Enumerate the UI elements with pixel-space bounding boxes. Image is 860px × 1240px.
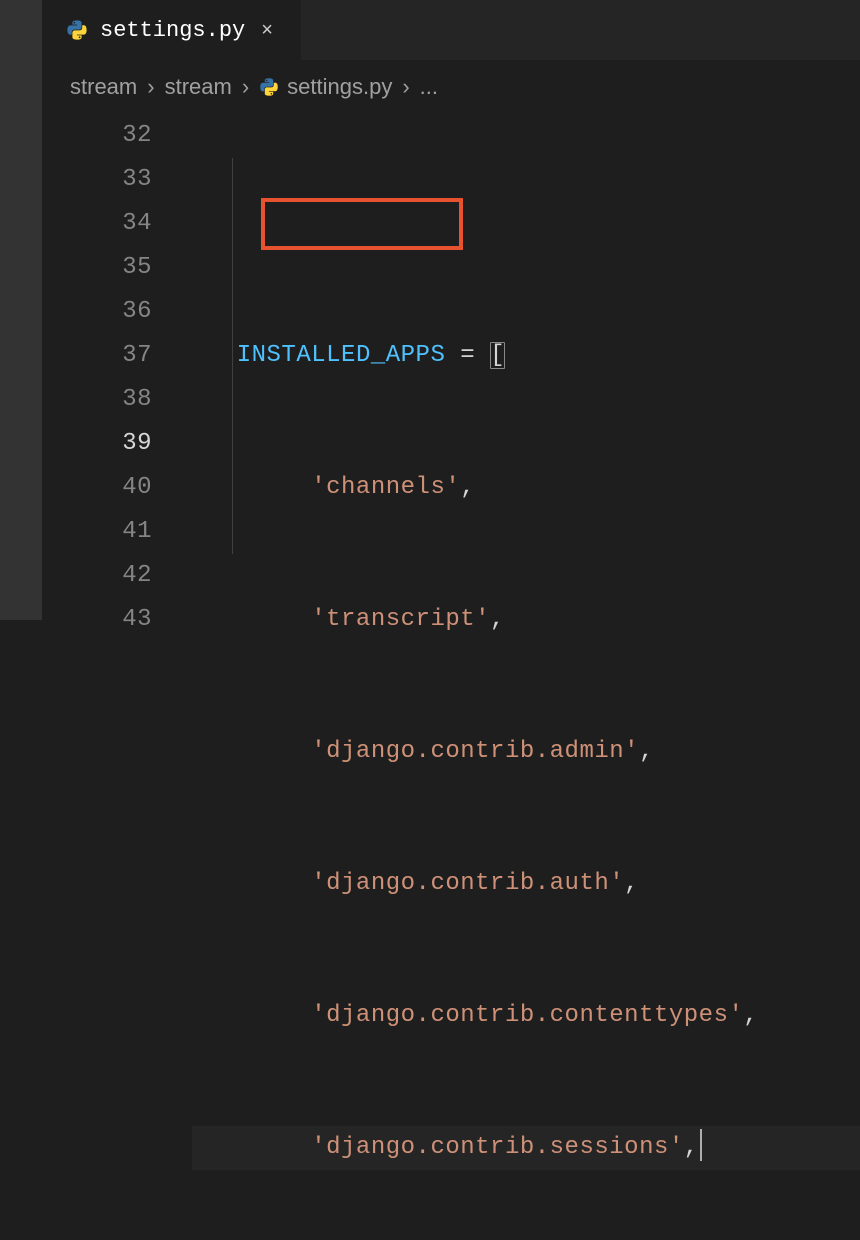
line-number: 35 xyxy=(42,246,152,290)
token-string: 'django.contrib.admin' xyxy=(311,738,639,765)
code-line[interactable]: 'django.contrib.auth', xyxy=(192,862,860,906)
line-number: 33 xyxy=(42,158,152,202)
breadcrumb-file[interactable]: settings.py xyxy=(287,74,392,100)
line-number: 34 xyxy=(42,202,152,246)
tab-settings-py[interactable]: settings.py × xyxy=(42,0,302,60)
activity-bar xyxy=(0,0,42,620)
token-punct: , xyxy=(624,870,639,897)
line-number-gutter: 32 33 34 35 36 37 38 39 40 41 42 43 xyxy=(42,114,182,642)
code-editor[interactable]: 32 33 34 35 36 37 38 39 40 41 42 43 INST… xyxy=(42,114,860,620)
chevron-right-icon: › xyxy=(232,74,259,100)
token-punct: , xyxy=(743,1002,758,1029)
token-punct: , xyxy=(460,474,475,501)
line-number: 38 xyxy=(42,378,152,422)
breadcrumb-segment[interactable]: stream xyxy=(70,74,137,100)
python-icon xyxy=(259,77,279,97)
code-line[interactable]: 'django.contrib.sessions', xyxy=(192,1126,860,1170)
breadcrumb-ellipsis[interactable]: ... xyxy=(420,74,438,100)
line-number: 41 xyxy=(42,510,152,554)
line-number: 43 xyxy=(42,598,152,642)
breadcrumb[interactable]: stream › stream › settings.py › ... xyxy=(42,60,860,114)
editor-pane: settings.py × stream › stream › settings… xyxy=(42,0,860,620)
line-number: 42 xyxy=(42,554,152,598)
line-number: 36 xyxy=(42,290,152,334)
code-content[interactable]: INSTALLED_APPS = [ 'channels', 'transcri… xyxy=(192,114,860,620)
token-string: 'django.contrib.auth' xyxy=(311,870,624,897)
code-line[interactable] xyxy=(192,202,860,246)
code-line[interactable]: INSTALLED_APPS = [ xyxy=(192,334,860,378)
token-punct: , xyxy=(684,1134,699,1161)
text-cursor xyxy=(700,1129,702,1161)
python-icon xyxy=(66,19,88,41)
open-bracket: [ xyxy=(490,342,505,369)
line-number: 39 xyxy=(42,422,152,466)
tab-file-name: settings.py xyxy=(100,18,245,43)
code-line[interactable]: 'transcript', xyxy=(192,598,860,642)
chevron-right-icon: › xyxy=(137,74,164,100)
token-string: 'channels' xyxy=(311,474,460,501)
tab-bar: settings.py × xyxy=(42,0,860,60)
code-line[interactable]: 'channels', xyxy=(192,466,860,510)
token-string: 'django.contrib.sessions' xyxy=(311,1134,684,1161)
line-number: 37 xyxy=(42,334,152,378)
token-punct: , xyxy=(639,738,654,765)
chevron-right-icon: › xyxy=(392,74,419,100)
token-string: 'django.contrib.contenttypes' xyxy=(311,1002,743,1029)
code-line[interactable]: 'django.contrib.admin', xyxy=(192,730,860,774)
token-punct: = xyxy=(445,342,490,369)
code-line[interactable]: 'django.contrib.contenttypes', xyxy=(192,994,860,1038)
line-number: 40 xyxy=(42,466,152,510)
line-number: 32 xyxy=(42,114,152,158)
breadcrumb-segment[interactable]: stream xyxy=(165,74,232,100)
token-variable: INSTALLED_APPS xyxy=(237,342,446,369)
close-icon[interactable]: × xyxy=(257,18,277,42)
